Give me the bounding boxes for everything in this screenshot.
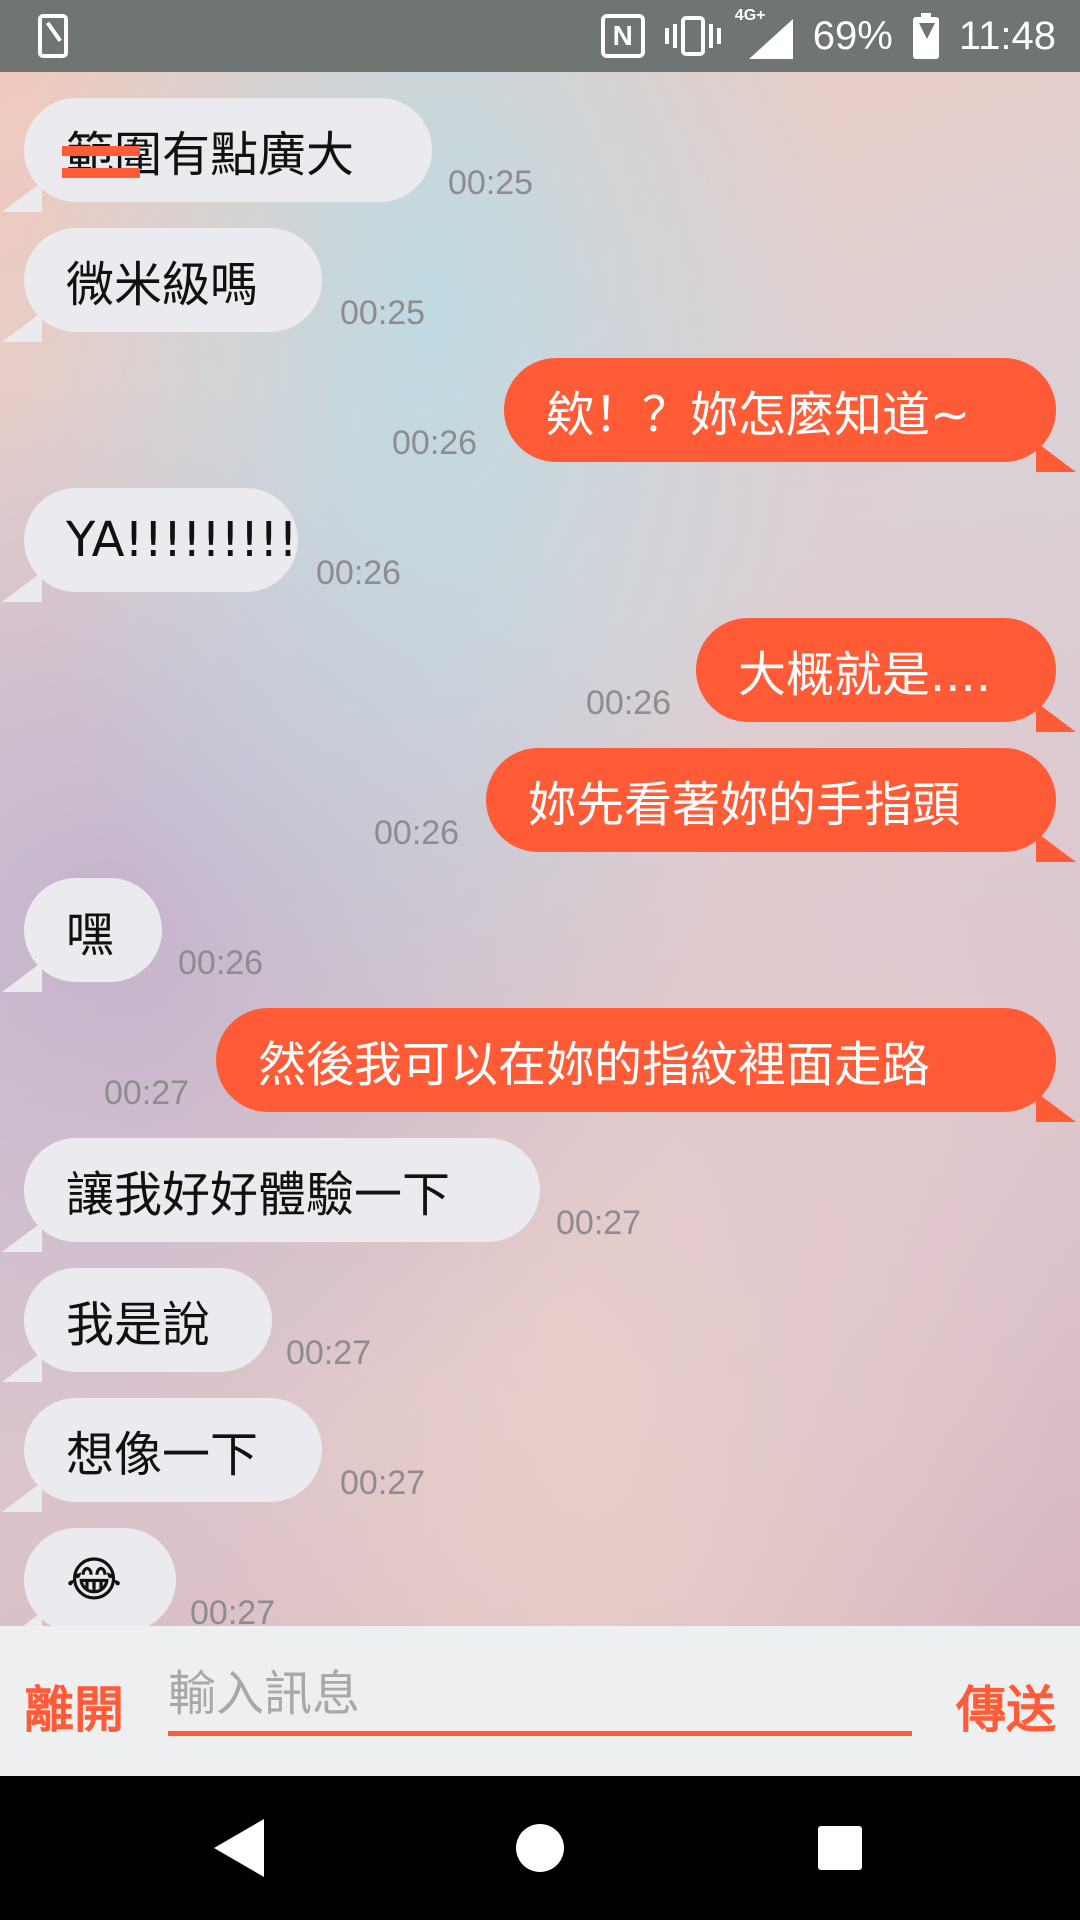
message-text: 妳先看著妳的手指頭	[528, 777, 961, 833]
message-timestamp: 00:27	[556, 1204, 642, 1242]
battery-charging-icon	[912, 13, 939, 59]
message-incoming: 範圍有點廣大 00:25	[0, 98, 1080, 212]
message-incoming: 😂 00:27	[0, 1528, 1080, 1626]
message-incoming: 想像一下 00:27	[0, 1398, 1080, 1512]
strikethrough-mark	[62, 146, 140, 156]
message-bubble[interactable]: 妳先看著妳的手指頭	[486, 748, 1056, 852]
message-bubble[interactable]: 😂	[24, 1528, 176, 1626]
message-incoming: YA!!!!!!!!! 00:26	[0, 488, 1080, 602]
recent-apps-icon[interactable]	[818, 1826, 862, 1870]
message-timestamp: 00:26	[316, 554, 402, 592]
message-bubble[interactable]: 讓我好好體驗一下	[24, 1138, 540, 1242]
message-timestamp: 00:27	[286, 1334, 372, 1372]
message-text: 然後我可以在妳的指紋裡面走路	[258, 1037, 931, 1093]
message-timestamp: 00:26	[178, 944, 264, 982]
message-incoming: 我是說 00:27	[0, 1268, 1080, 1382]
laughing-emoji: 😂	[66, 1552, 123, 1608]
message-incoming: 讓我好好體驗一下 00:27	[0, 1138, 1080, 1252]
message-bubble[interactable]: 微米級嗎	[24, 228, 322, 332]
message-timestamp: 00:26	[374, 814, 460, 852]
message-text: YA!!!!!!!!!	[66, 512, 298, 568]
send-button[interactable]: 傳送	[956, 1670, 1056, 1742]
message-timestamp: 00:27	[340, 1464, 426, 1502]
message-timestamp: 00:27	[190, 1594, 276, 1626]
message-text: 想像一下	[66, 1427, 259, 1483]
message-text: 讓我好好體驗一下	[66, 1167, 451, 1223]
message-text: 我是說	[66, 1297, 211, 1353]
leave-button[interactable]: 離開	[24, 1670, 124, 1742]
home-icon[interactable]	[516, 1824, 564, 1872]
message-incoming: 微米級嗎 00:25	[0, 228, 1080, 342]
message-outgoing: 00:26 妳先看著妳的手指頭	[0, 748, 1080, 862]
message-input[interactable]	[168, 1656, 912, 1736]
message-bubble[interactable]: 然後我可以在妳的指紋裡面走路	[216, 1008, 1056, 1112]
status-bar: N 4G+ 69% 11:48	[0, 0, 1080, 72]
back-icon[interactable]	[214, 1819, 264, 1877]
signal-icon: 4G+	[735, 7, 793, 59]
message-bubble[interactable]: 我是說	[24, 1268, 272, 1372]
message-text: 大概就是....	[738, 647, 992, 703]
message-timestamp: 00:26	[586, 684, 672, 722]
message-outgoing: 00:26 大概就是....	[0, 618, 1080, 732]
message-outgoing: 00:27 然後我可以在妳的指紋裡面走路	[0, 1008, 1080, 1122]
message-text: 嘿	[66, 907, 115, 963]
message-bubble[interactable]: 嘿	[24, 878, 162, 982]
message-timestamp: 00:25	[448, 164, 534, 202]
message-bubble[interactable]: 想像一下	[24, 1398, 322, 1502]
vibrate-icon	[664, 14, 721, 58]
battery-percentage: 69%	[812, 13, 893, 58]
chat-message-list[interactable]: 範圍有點廣大 00:25 微米級嗎 00:25 00:26 欸！？妳怎麼知道~ …	[0, 72, 1080, 1626]
message-incoming: 嘿 00:26	[0, 878, 1080, 992]
message-input-bar: 離開 傳送	[0, 1626, 1080, 1776]
message-outgoing: 00:26 欸！？妳怎麼知道~	[0, 358, 1080, 472]
message-text: 微米級嗎	[66, 257, 259, 313]
clock: 11:48	[958, 13, 1056, 58]
navigation-bar	[0, 1776, 1080, 1920]
message-bubble[interactable]: 欸！？妳怎麼知道~	[504, 358, 1056, 462]
message-timestamp: 00:26	[392, 424, 478, 462]
message-bubble[interactable]: YA!!!!!!!!!	[24, 488, 298, 592]
message-bubble[interactable]: 大概就是....	[696, 618, 1056, 722]
strikethrough-mark	[62, 168, 140, 178]
message-timestamp: 00:27	[104, 1074, 190, 1112]
sim-card-icon	[38, 14, 68, 58]
message-timestamp: 00:25	[340, 294, 426, 332]
message-text: 欸！？妳怎麼知道~	[546, 387, 971, 443]
nfc-icon: N	[600, 14, 645, 58]
